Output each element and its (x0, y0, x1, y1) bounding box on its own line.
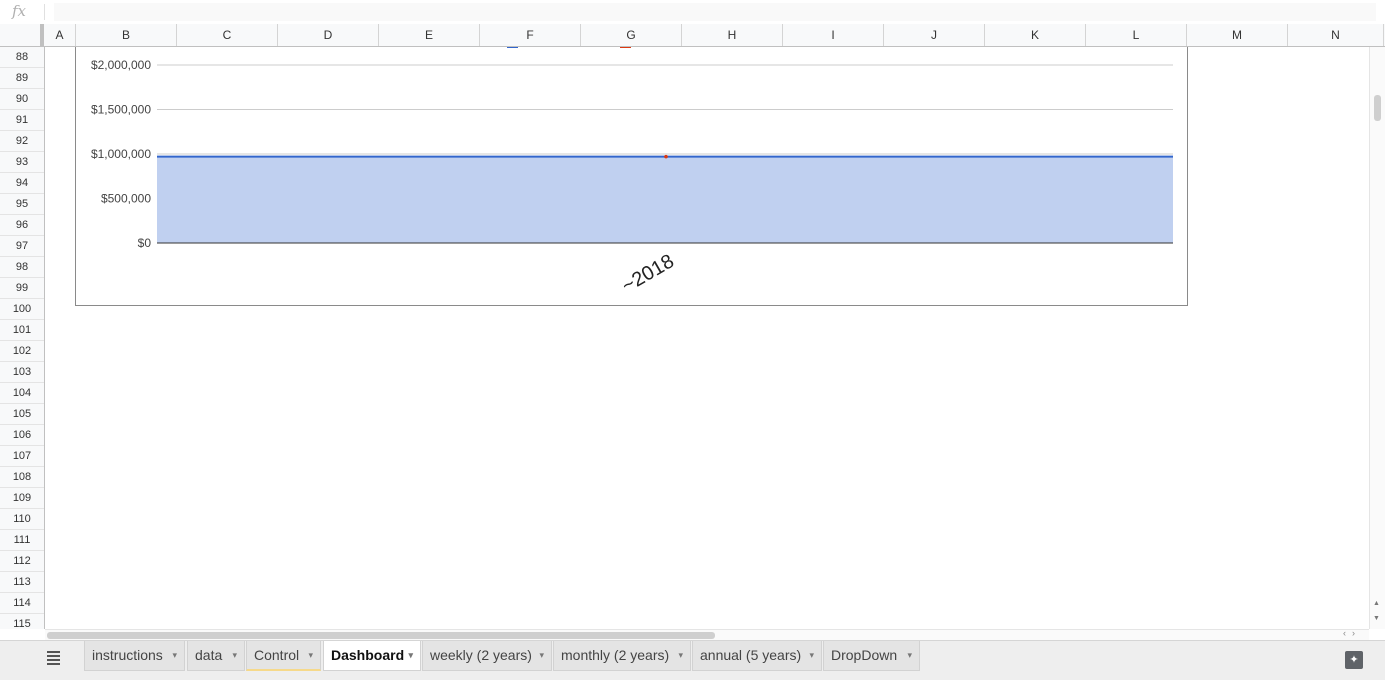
legend-marker-series-1 (507, 47, 518, 48)
sheet-tab-instructions[interactable]: instructions ▾ (84, 641, 185, 671)
vertical-scroll-thumb[interactable] (1374, 95, 1381, 121)
sheet-tab-dashboard[interactable]: Dashboard ▾ (323, 641, 421, 671)
caret-down-icon[interactable]: ▾ (408, 641, 413, 669)
column-header-j[interactable]: J (884, 24, 985, 46)
row-header[interactable]: 102 (0, 341, 44, 362)
row-header[interactable]: 99 (0, 278, 44, 299)
y-tick-label: $500,000 (101, 192, 151, 206)
formula-divider (44, 4, 45, 20)
caret-down-icon[interactable]: ▾ (539, 641, 544, 669)
list-icon[interactable] (47, 651, 63, 667)
chart-svg: $0 $500,000 $1,000,000 $1,500,000 $2,000,000… (91, 47, 1173, 297)
column-header-i[interactable]: I (783, 24, 884, 46)
row-header[interactable]: 98 (0, 257, 44, 278)
column-header-n[interactable]: N (1288, 24, 1384, 46)
sheet-tab-label: weekly (2 years) (430, 647, 532, 663)
horizontal-scroll-thumb[interactable] (47, 632, 715, 639)
column-header-f[interactable]: F (480, 24, 581, 46)
sheet-tab-label: monthly (2 years) (561, 647, 670, 663)
row-header[interactable]: 112 (0, 551, 44, 572)
sheet-tab-label: instructions (92, 647, 163, 663)
formula-bar: fx (0, 0, 1385, 25)
formula-input[interactable] (54, 3, 1376, 21)
sheet-tab-label: DropDown (831, 647, 898, 663)
column-header-e[interactable]: E (379, 24, 480, 46)
sheet-tab-label: Dashboard (331, 647, 405, 663)
row-header[interactable]: 95 (0, 194, 44, 215)
row-header[interactable]: 115 (0, 614, 44, 629)
row-header[interactable]: 93 (0, 152, 44, 173)
y-tick-label: $2,000,000 (91, 58, 151, 72)
select-all-corner[interactable] (0, 24, 44, 46)
sheet-tab-data[interactable]: data ▾ (187, 641, 245, 671)
row-header[interactable]: 109 (0, 488, 44, 509)
scroll-up-arrow-icon[interactable]: ▲ (1373, 600, 1380, 607)
row-header[interactable]: 111 (0, 530, 44, 551)
area-chart[interactable]: $0 $500,000 $1,000,000 $1,500,000 $2,000,000… (75, 47, 1188, 306)
row-header[interactable]: 113 (0, 572, 44, 593)
scroll-down-arrow-icon[interactable]: ▼ (1373, 615, 1380, 622)
row-header-column: 88 89 90 91 92 93 94 95 96 97 98 99 100 101 102 103 104 1… (0, 47, 45, 629)
row-header[interactable]: 103 (0, 362, 44, 383)
column-header-k[interactable]: K (985, 24, 1086, 46)
row-header[interactable]: 106 (0, 425, 44, 446)
area-fill-series-1 (157, 156, 1173, 243)
column-header-a[interactable]: A (44, 24, 76, 46)
column-header-l[interactable]: L (1086, 24, 1187, 46)
column-header-b[interactable]: B (76, 24, 177, 46)
horizontal-scroll-arrows-icon[interactable]: ‹› (1343, 628, 1361, 638)
row-header[interactable]: 110 (0, 509, 44, 530)
row-header[interactable]: 97 (0, 236, 44, 257)
caret-down-icon[interactable]: ▾ (172, 641, 177, 669)
y-tick-label: $1,500,000 (91, 103, 151, 117)
sheet-tab-bar: ✦ instructions ▾ data ▾ Control ▾ Dashboard ▾ we… (0, 640, 1385, 680)
sheet-tab-annual-5-years[interactable]: annual (5 years) ▾ (692, 641, 822, 671)
caret-down-icon[interactable]: ▾ (907, 641, 912, 669)
column-header-h[interactable]: H (682, 24, 783, 46)
x-tick-label: ~2018 (618, 250, 678, 297)
row-header[interactable]: 94 (0, 173, 44, 194)
column-header-row: ABCDEFGHIJKLMN (0, 24, 1385, 47)
y-tick-label: $0 (138, 236, 152, 250)
caret-down-icon[interactable]: ▾ (678, 641, 683, 669)
caret-down-icon[interactable]: ▾ (308, 641, 313, 669)
caret-down-icon[interactable]: ▾ (809, 641, 814, 669)
y-tick-label: $1,000,000 (91, 147, 151, 161)
sheet-tab-monthly-2-years[interactable]: monthly (2 years) ▾ (553, 641, 691, 671)
row-header[interactable]: 88 (0, 47, 44, 68)
vertical-scrollbar[interactable]: ▲ ▼ (1369, 47, 1385, 629)
sheet-tab-label: Control (254, 647, 300, 663)
row-header[interactable]: 96 (0, 215, 44, 236)
sheet-tab-weekly-2-years[interactable]: weekly (2 years) ▾ (422, 641, 552, 671)
legend-marker-series-2 (620, 47, 631, 48)
row-header[interactable]: 114 (0, 593, 44, 614)
fx-icon: fx (12, 2, 27, 20)
sheet-tab-label: data (195, 647, 223, 663)
row-header[interactable]: 100 (0, 299, 44, 320)
row-header[interactable]: 108 (0, 467, 44, 488)
column-header-g[interactable]: G (581, 24, 682, 46)
row-header[interactable]: 104 (0, 383, 44, 404)
column-header-m[interactable]: M (1187, 24, 1288, 46)
caret-down-icon[interactable]: ▾ (232, 641, 237, 669)
sheet-tab-label: annual (5 years) (700, 647, 802, 663)
row-header[interactable]: 101 (0, 320, 44, 341)
column-header-c[interactable]: C (177, 24, 278, 46)
data-point-series-2 (664, 154, 668, 159)
sheet-tab-dropdown[interactable]: DropDown ▾ (823, 641, 920, 671)
row-header[interactable]: 92 (0, 131, 44, 152)
sheet-tab-control[interactable]: Control ▾ (246, 641, 321, 671)
row-header[interactable]: 89 (0, 68, 44, 89)
row-header[interactable]: 105 (0, 404, 44, 425)
row-header[interactable]: 91 (0, 110, 44, 131)
column-header-d[interactable]: D (278, 24, 379, 46)
row-header[interactable]: 90 (0, 89, 44, 110)
explore-icon[interactable]: ✦ (1345, 651, 1363, 669)
row-header[interactable]: 107 (0, 446, 44, 467)
